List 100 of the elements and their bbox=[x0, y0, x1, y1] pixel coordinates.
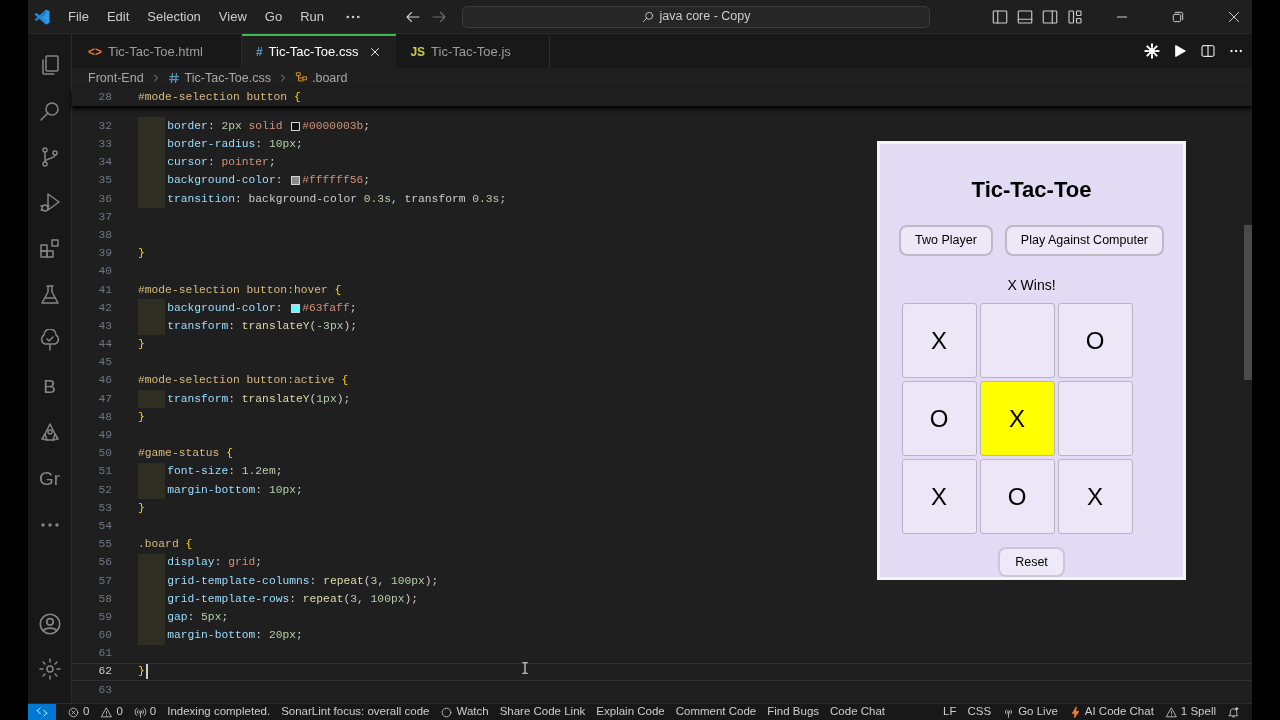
line-number: 32 bbox=[97, 118, 112, 134]
editor-tab[interactable]: JS Tic-Tac-Toe.js bbox=[396, 34, 550, 68]
color-swatch-icon[interactable] bbox=[291, 176, 301, 186]
run-debug-icon[interactable] bbox=[37, 191, 62, 215]
board-cell[interactable] bbox=[1057, 381, 1133, 456]
breadcrumb-item[interactable]: .board bbox=[294, 68, 348, 88]
line-number: 53 bbox=[97, 500, 112, 516]
board-cell[interactable]: X bbox=[979, 381, 1055, 456]
code-text: margin-bottom: 20px; bbox=[167, 628, 303, 644]
status-item[interactable]: Indexing completed. bbox=[167, 703, 271, 720]
board-cell[interactable]: O bbox=[1057, 303, 1133, 378]
line-number: 50 bbox=[97, 446, 112, 462]
line-number: 28 bbox=[97, 89, 112, 105]
search-icon[interactable] bbox=[37, 99, 62, 123]
line-number: 60 bbox=[97, 628, 112, 644]
code-text: #mode-selection button:hover { bbox=[138, 282, 342, 298]
code-text: #game-status { bbox=[138, 446, 233, 462]
code-text: .board { bbox=[138, 537, 193, 553]
status-item[interactable]: 0 bbox=[100, 703, 123, 720]
board-cell[interactable]: X bbox=[1057, 459, 1133, 534]
scrollbar-thumb[interactable] bbox=[1244, 225, 1252, 380]
line-number: 55 bbox=[97, 537, 112, 553]
bell-icon[interactable] bbox=[1227, 705, 1240, 719]
code-text: } bbox=[138, 664, 145, 680]
mode-button[interactable]: Play Against Computer bbox=[1004, 225, 1164, 256]
symbol-structure-icon bbox=[294, 71, 309, 85]
code-text: border-radius: 10px; bbox=[167, 137, 303, 152]
status-item[interactable]: Find Bugs bbox=[767, 703, 820, 720]
line-number: 36 bbox=[97, 191, 112, 207]
secondary-sidebar-icon[interactable] bbox=[1041, 7, 1059, 26]
breadcrumb-item[interactable]: Front-End bbox=[88, 68, 144, 88]
editor-tab[interactable]: <> Tic-Tac-Toe.html bbox=[74, 34, 242, 68]
code-text: font-size: 1.2em; bbox=[167, 464, 283, 480]
code-text: background-color: bbox=[167, 173, 284, 189]
sidebar-layout-icon[interactable] bbox=[991, 7, 1009, 26]
file-type-icon: <> bbox=[88, 43, 102, 61]
menu-item[interactable]: Selection bbox=[141, 4, 207, 29]
line-number: 40 bbox=[97, 264, 112, 280]
code-text: border: 2px solid bbox=[167, 118, 284, 134]
board-cell[interactable] bbox=[979, 303, 1055, 378]
line-number: 62 bbox=[97, 664, 112, 680]
play-icon[interactable] bbox=[1172, 43, 1188, 59]
activity-bar-item[interactable]: Gr bbox=[38, 464, 61, 494]
status-item[interactable]: Share Code Link bbox=[499, 703, 586, 720]
line-number: 51 bbox=[97, 464, 112, 480]
status-item[interactable]: 1 Spell bbox=[1164, 703, 1216, 720]
status-item[interactable]: Explain Code bbox=[596, 703, 665, 720]
status-item[interactable]: LF bbox=[943, 703, 957, 720]
color-swatch-icon[interactable] bbox=[291, 303, 301, 313]
code-text: transform: translateY(-3px); bbox=[167, 318, 358, 334]
status-item[interactable]: 0 bbox=[133, 703, 157, 720]
reset-button[interactable]: Reset bbox=[998, 547, 1065, 577]
status-item[interactable]: Watch bbox=[440, 703, 489, 720]
board-cell[interactable]: X bbox=[901, 459, 977, 534]
line-number: 42 bbox=[97, 300, 112, 316]
status-item[interactable]: Comment Code bbox=[675, 703, 757, 720]
status-item[interactable]: SonarLint focus: overall code bbox=[281, 703, 430, 720]
board-cell[interactable]: O bbox=[979, 459, 1055, 534]
mode-button[interactable]: Two Player bbox=[899, 225, 993, 256]
menu-item[interactable]: View bbox=[212, 4, 253, 29]
split-editor-icon[interactable] bbox=[1200, 43, 1216, 59]
code-text: grid-template-rows: repeat(3, 100px); bbox=[167, 591, 419, 607]
command-center-text: java core - Copy bbox=[659, 8, 751, 26]
panel-layout-icon[interactable] bbox=[1016, 7, 1034, 26]
account-icon[interactable] bbox=[36, 611, 63, 637]
status-item[interactable]: Go Live bbox=[1002, 703, 1058, 720]
status-item[interactable]: CSS bbox=[967, 703, 992, 720]
line-number: 35 bbox=[97, 173, 112, 189]
code-text: transform: translateY(1px); bbox=[167, 391, 351, 407]
line-number: 34 bbox=[97, 155, 112, 171]
line-number: 56 bbox=[97, 555, 112, 571]
code-text: #mode-selection button:active { bbox=[138, 373, 349, 389]
code-text: } bbox=[138, 246, 145, 262]
color-swatch-icon[interactable] bbox=[291, 121, 301, 131]
menu-item[interactable]: Run bbox=[294, 4, 330, 29]
status-item[interactable]: 0 bbox=[67, 703, 90, 720]
menu-item[interactable]: Go bbox=[258, 4, 289, 29]
board-cell[interactable]: O bbox=[901, 381, 977, 456]
status-item[interactable]: AI Code Chat bbox=[1068, 703, 1154, 720]
line-number: 58 bbox=[97, 591, 112, 607]
search-icon bbox=[641, 9, 656, 24]
line-number: 44 bbox=[97, 337, 112, 353]
line-number: 46 bbox=[97, 373, 112, 389]
line-number: 41 bbox=[97, 282, 112, 298]
extensions-icon[interactable] bbox=[37, 237, 62, 261]
activity-bar-item[interactable]: B bbox=[43, 372, 56, 402]
status-item[interactable]: Code Chat bbox=[830, 703, 886, 720]
preview-title: Tic-Tac-Toe bbox=[971, 176, 1092, 204]
line-number: 38 bbox=[97, 227, 112, 243]
command-center[interactable]: java core - Copy bbox=[462, 5, 930, 28]
broadcast-icon bbox=[133, 705, 147, 719]
customize-layout-icon[interactable] bbox=[1066, 7, 1084, 26]
line-number: 33 bbox=[97, 137, 112, 152]
error-icon bbox=[67, 705, 80, 719]
line-number: 57 bbox=[97, 573, 112, 589]
menu-item[interactable]: File bbox=[62, 4, 95, 29]
menu-item[interactable]: Edit bbox=[100, 4, 136, 29]
breadcrumb-item[interactable]: Tic-Tac-Toe.css bbox=[167, 68, 271, 88]
board-cell[interactable]: X bbox=[901, 303, 977, 378]
editor-tab[interactable]: # Tic-Tac-Toe.css bbox=[241, 34, 397, 68]
